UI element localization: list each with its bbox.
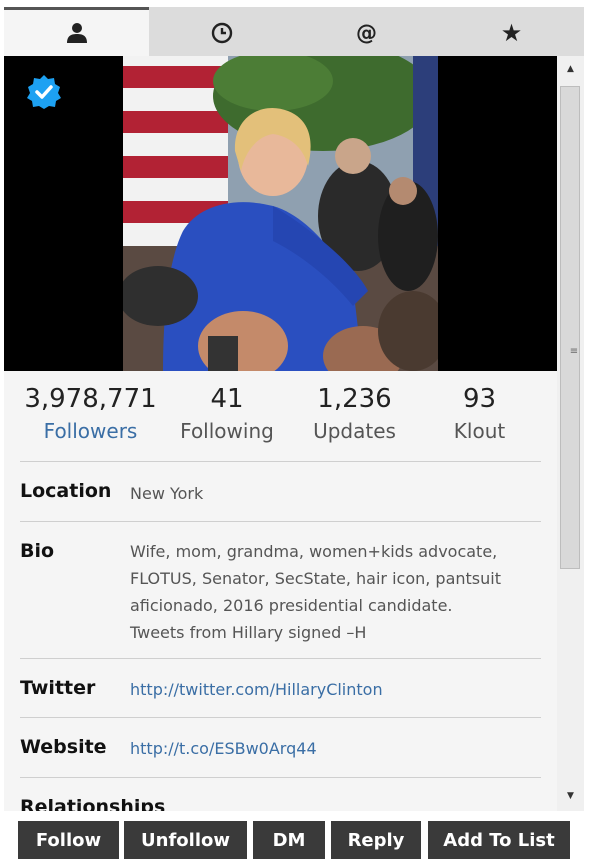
action-bar: Follow Unfollow DM Reply Add To List [0,821,593,859]
divider [20,461,541,462]
divider [20,717,541,718]
stat-value: 3,978,771 [24,384,157,414]
relationships-label: Relationships [20,796,166,811]
follow-button[interactable]: Follow [18,821,119,859]
scroll-down-arrow-icon[interactable]: ▼ [557,791,584,801]
stat-label: Updates [313,419,396,443]
bio-line: aficionado, 2016 presidential candidate. [130,596,453,615]
profile-stats: 3,978,771 Followers 41 Following 1,236 U… [4,371,557,461]
location-value: New York [130,484,204,503]
clock-icon [211,22,232,44]
star-icon: ★ [500,19,523,47]
user-icon [66,23,87,43]
stat-klout: 93 Klout [432,371,527,461]
stat-followers[interactable]: 3,978,771 Followers [4,371,177,461]
stat-label: Klout [453,419,506,443]
website-label: Website [20,736,107,758]
at-icon: @ [356,21,377,45]
verified-badge-icon [27,75,61,109]
tab-profile[interactable] [4,7,149,56]
divider [20,777,541,778]
reply-button[interactable]: Reply [331,821,421,859]
divider [20,521,541,522]
stat-value: 41 [210,384,244,414]
stat-following: 41 Following [177,371,277,461]
twitter-link[interactable]: http://twitter.com/HillaryClinton [130,676,383,703]
tab-timeline[interactable] [149,7,294,56]
twitter-label: Twitter [20,677,96,699]
tab-favorites[interactable]: ★ [439,7,584,56]
add-to-list-button[interactable]: Add To List [428,821,570,859]
bio-line: Tweets from Hillary signed –H [130,623,367,642]
website-link[interactable]: http://t.co/ESBw0Arq44 [130,735,317,762]
location-label: Location [20,480,112,502]
profile-photo [123,56,438,371]
scrollbar-thumb[interactable]: ≡ [560,86,580,569]
profile-panel: 3,978,771 Followers 41 Following 1,236 U… [4,56,557,811]
unfollow-button[interactable]: Unfollow [124,821,247,859]
bio-line: Wife, mom, grandma, women+kids advocate, [130,542,498,561]
scroll-up-arrow-icon[interactable]: ▲ [557,64,584,74]
scrollbar[interactable]: ▲ ≡ ▼ [557,56,584,811]
grip-icon: ≡ [569,346,579,357]
profile-tabs: @ ★ [4,7,584,56]
stat-value: 93 [462,384,497,414]
bio-line: FLOTUS, Senator, SecState, hair icon, pa… [130,569,501,588]
divider [20,658,541,659]
tab-mentions[interactable]: @ [294,7,439,56]
followers-link[interactable]: Followers [4,419,177,443]
bio-label: Bio [20,540,55,562]
stat-label: Following [180,419,274,443]
stat-value: 1,236 [317,384,392,414]
dm-button[interactable]: DM [253,821,325,859]
stat-updates: 1,236 Updates [277,371,432,461]
bio-text: Wife, mom, grandma, women+kids advocate,… [130,538,501,646]
profile-banner [4,56,557,371]
